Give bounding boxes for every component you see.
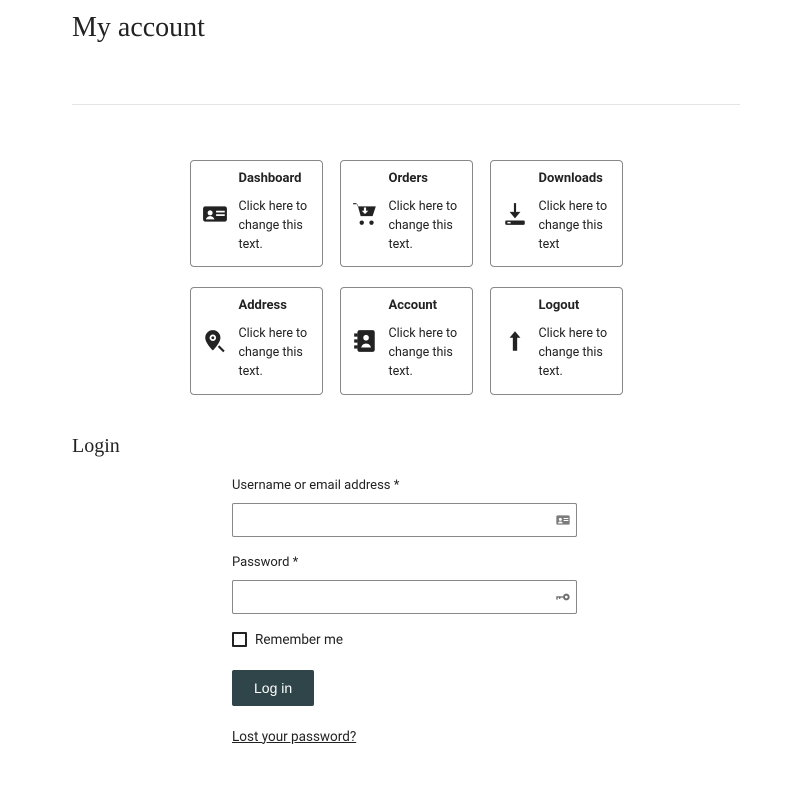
card-desc: Click here to change this text.: [239, 198, 312, 254]
card-desc: Click here to change this text.: [389, 325, 462, 381]
card-title: Dashboard: [239, 171, 312, 186]
remember-me-checkbox[interactable]: [232, 632, 247, 647]
password-label: Password *: [232, 555, 577, 570]
username-input[interactable]: [232, 503, 577, 537]
account-cards: Dashboard Click here to change this text…: [72, 160, 740, 395]
card-desc: Click here to change this text: [539, 198, 612, 254]
page-title: My account: [72, 12, 740, 44]
cart-icon: [351, 200, 379, 228]
card-address[interactable]: Address Click here to change this text.: [190, 287, 323, 394]
address-book-icon: [351, 327, 379, 355]
card-desc: Click here to change this text.: [389, 198, 462, 254]
arrow-up-icon: [501, 327, 529, 355]
lost-password-link[interactable]: Lost your password?: [232, 729, 356, 745]
card-title: Orders: [389, 171, 462, 186]
card-orders[interactable]: Orders Click here to change this text.: [340, 160, 473, 267]
card-dashboard[interactable]: Dashboard Click here to change this text…: [190, 160, 323, 267]
login-form: Username or email address * Password *: [232, 478, 577, 745]
card-downloads[interactable]: Downloads Click here to change this text: [490, 160, 623, 267]
card-title: Address: [239, 298, 312, 313]
card-logout[interactable]: Logout Click here to change this text.: [490, 287, 623, 394]
key-icon: [555, 589, 571, 605]
card-account[interactable]: Account Click here to change this text.: [340, 287, 473, 394]
id-card-icon: [201, 200, 229, 228]
remember-me-label: Remember me: [255, 632, 343, 648]
card-title: Account: [389, 298, 462, 313]
login-button[interactable]: Log in: [232, 670, 314, 706]
username-label: Username or email address *: [232, 478, 577, 493]
password-input[interactable]: [232, 580, 577, 614]
card-title: Downloads: [539, 171, 612, 186]
card-desc: Click here to change this text.: [239, 325, 312, 381]
divider: [72, 104, 740, 105]
download-icon: [501, 200, 529, 228]
contact-card-icon: [555, 512, 571, 528]
map-pin-icon: [201, 327, 229, 355]
card-desc: Click here to change this text.: [539, 325, 612, 381]
login-heading: Login: [72, 435, 740, 458]
card-title: Logout: [539, 298, 612, 313]
